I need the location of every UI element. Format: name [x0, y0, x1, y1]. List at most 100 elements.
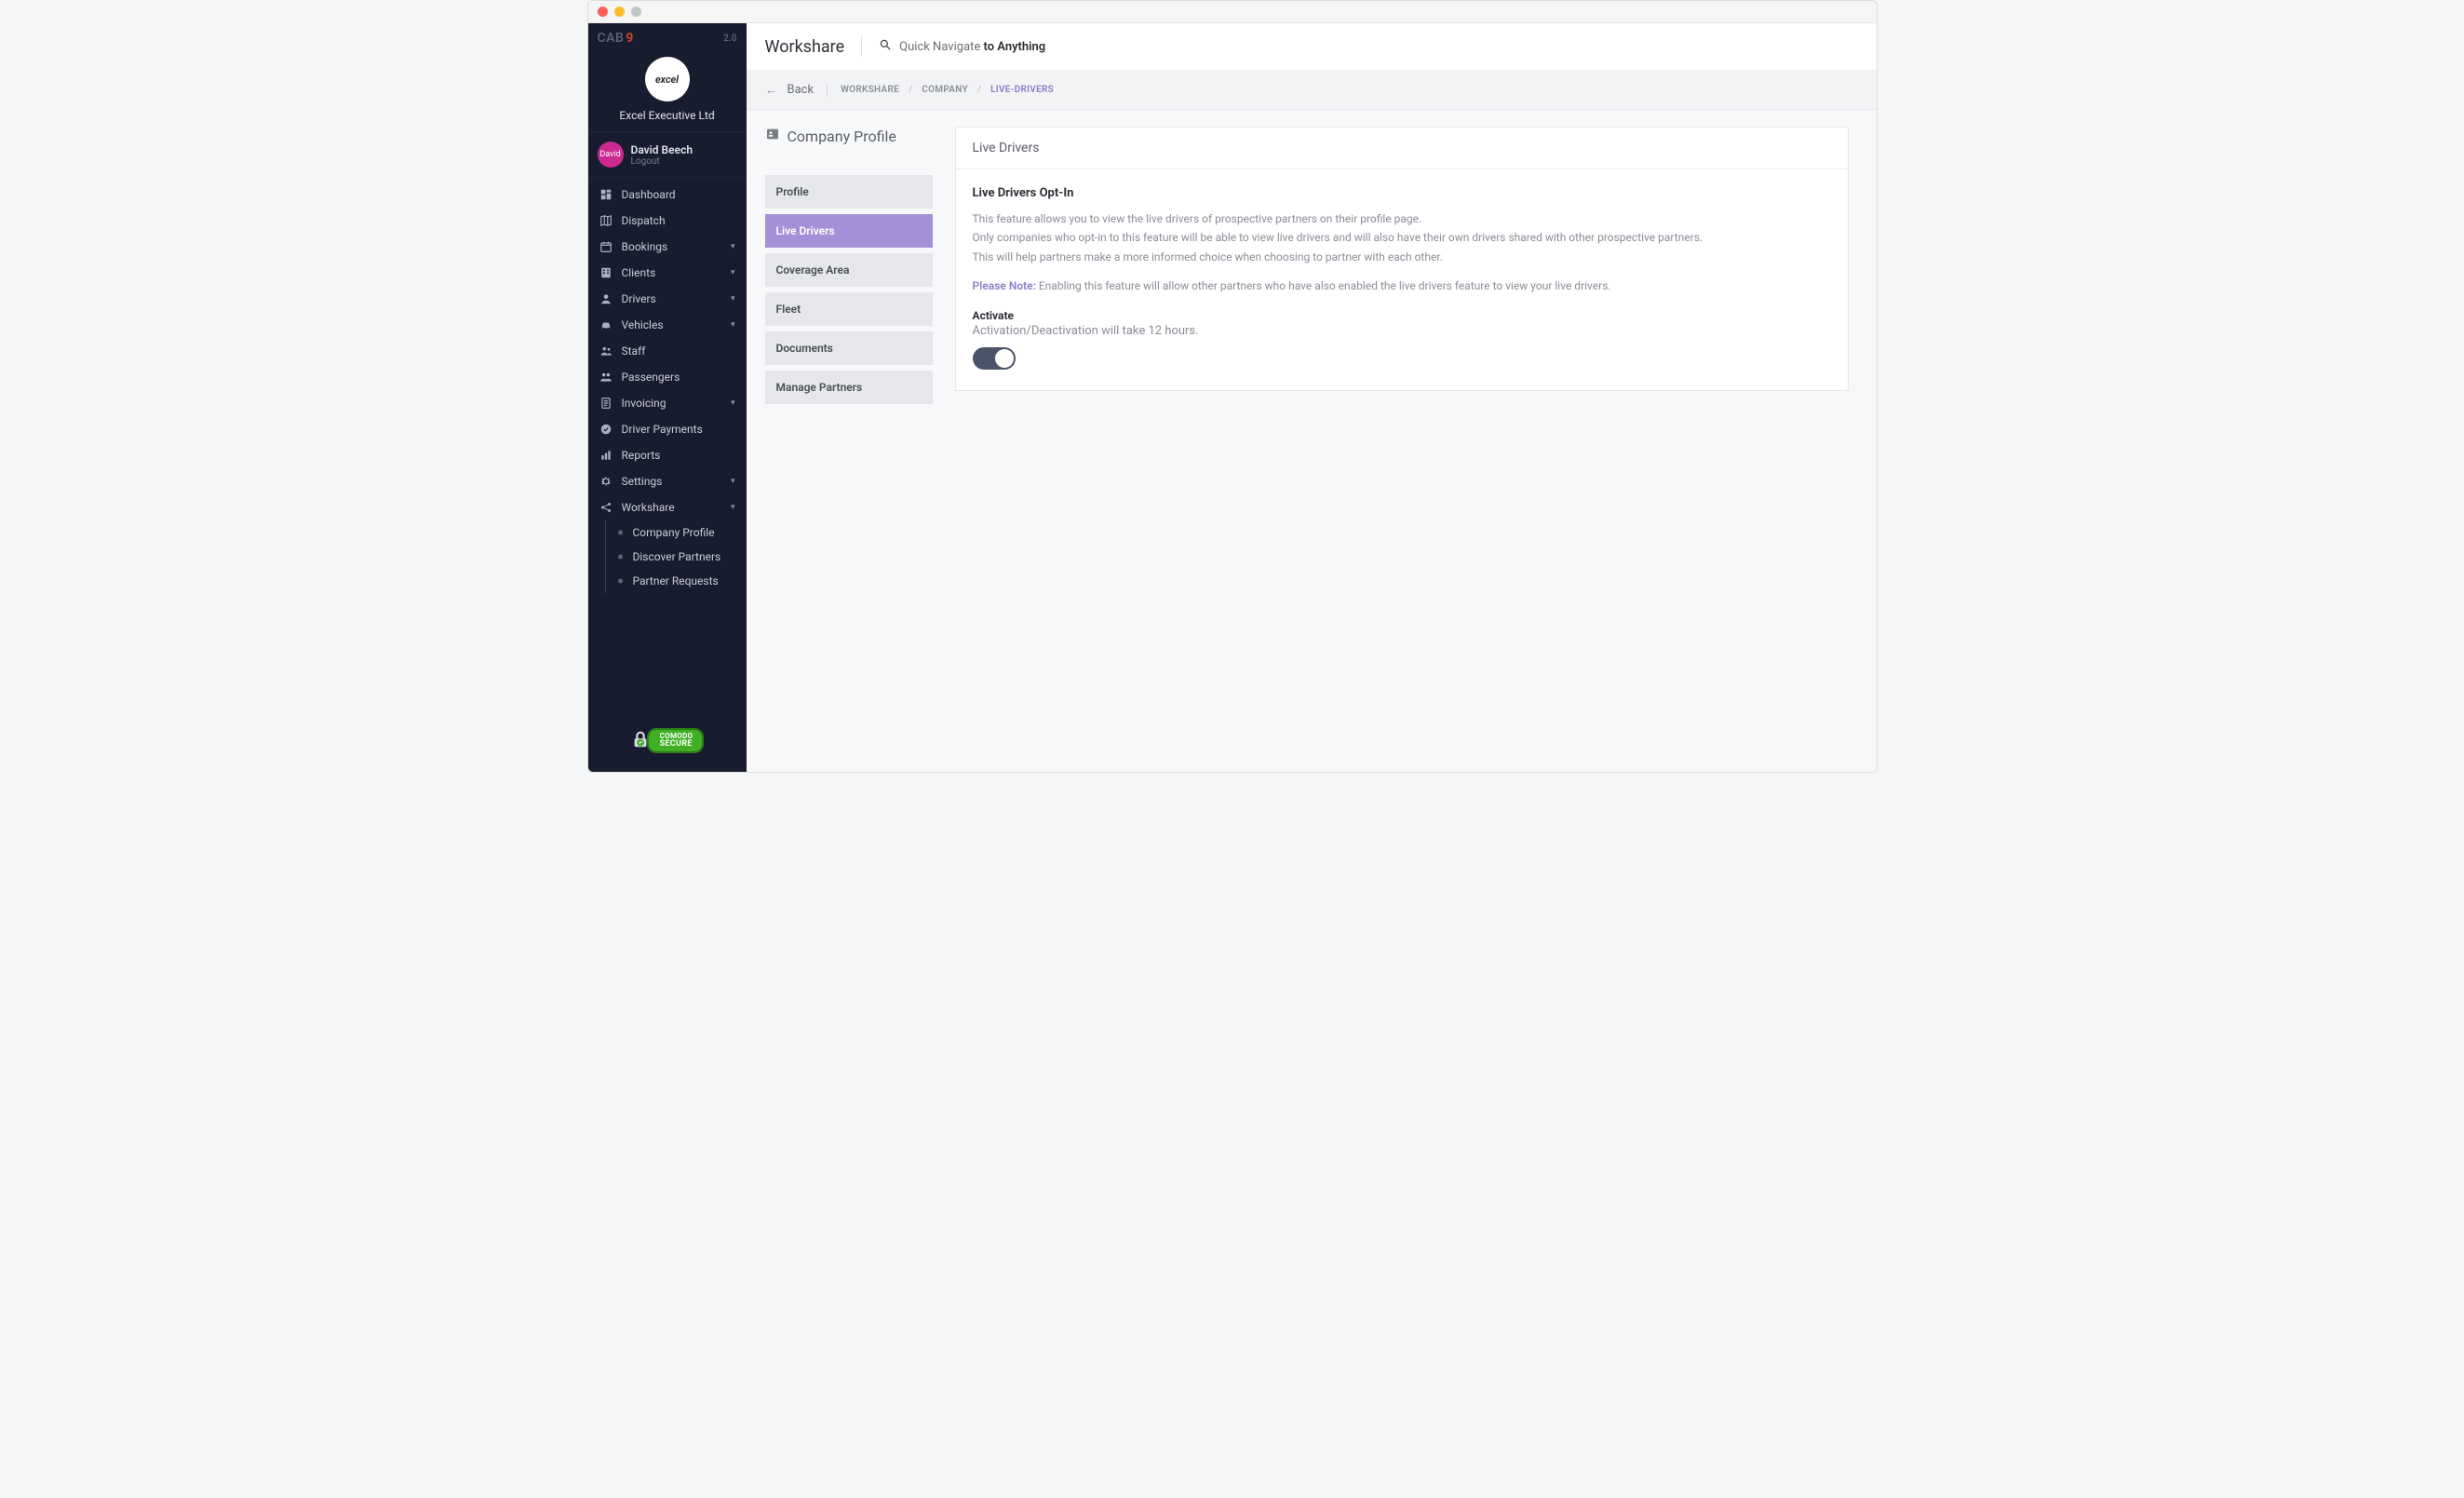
back-arrow-icon[interactable]: ← — [765, 82, 778, 98]
breadcrumb-live-drivers[interactable]: LIVE-DRIVERS — [990, 85, 1054, 95]
lock-icon — [630, 728, 651, 753]
check-icon — [599, 423, 613, 436]
brand-accent: 9 — [626, 31, 633, 46]
quick-navigate[interactable]: Quick Navigate to Anything — [879, 38, 1045, 55]
calendar-icon — [599, 240, 613, 253]
dashboard-icon — [599, 188, 613, 201]
search-prefix: Quick Navigate — [899, 40, 983, 54]
vertical-tabs: Profile Live Drivers Coverage Area Fleet Doc… — [765, 175, 933, 404]
sidebar-item-label: Drivers — [622, 292, 656, 305]
company-name: Excel Executive Ltd — [619, 109, 714, 122]
company-logo[interactable]: excel — [645, 57, 690, 101]
card-paragraph-1: This feature allows you to view the live… — [973, 209, 1831, 228]
tab-manage-partners[interactable]: Manage Partners — [765, 371, 933, 404]
brand-name: CAB — [598, 31, 625, 46]
sidebar-item-label: Settings — [622, 475, 663, 488]
sidebar-item-label: Clients — [622, 266, 656, 279]
tab-fleet[interactable]: Fleet — [765, 292, 933, 326]
sidebar-item-label: Invoicing — [622, 397, 666, 410]
activate-label: Activate — [973, 309, 1831, 322]
secure-badge: COMODO SECURE — [588, 711, 747, 772]
sidebar-item-label: Workshare — [622, 501, 675, 514]
chevron-down-icon: ▾ — [731, 268, 735, 277]
people-icon — [599, 344, 613, 358]
sidebar-item-label: Staff — [622, 344, 646, 358]
chevron-down-icon: ▾ — [731, 503, 735, 512]
path-separator — [827, 84, 828, 97]
back-label[interactable]: Back — [788, 83, 815, 97]
brand: CAB9 2.0 — [588, 23, 747, 49]
chevron-down-icon: ▾ — [731, 320, 735, 330]
sidebar-item-reports[interactable]: Reports — [588, 442, 747, 468]
tab-coverage-area[interactable]: Coverage Area — [765, 253, 933, 287]
sidebar-item-drivers[interactable]: Drivers ▾ — [588, 286, 747, 312]
brand-version: 2.0 — [723, 34, 736, 44]
sidebar: CAB9 2.0 excel Excel Executive Ltd David… — [588, 23, 747, 772]
card-note: Please Note: Enabling this feature will … — [973, 279, 1831, 292]
card-title: Live Drivers — [956, 128, 1848, 169]
window-zoom-icon[interactable] — [631, 7, 641, 17]
card-paragraph-3: This will help partners make a more info… — [973, 248, 1831, 266]
sidebar-item-staff[interactable]: Staff — [588, 338, 747, 364]
page-title: Workshare — [765, 37, 845, 57]
secure-pill: COMODO SECURE — [647, 728, 705, 753]
car-icon — [599, 318, 613, 331]
chevron-down-icon: ▾ — [731, 398, 735, 408]
sidebar-item-dashboard[interactable]: Dashboard — [588, 182, 747, 208]
section-title: Company Profile — [788, 128, 896, 145]
breadcrumb-workshare[interactable]: WORKSHARE — [841, 85, 899, 95]
sidebar-item-label: Dashboard — [622, 188, 676, 201]
window-minimize-icon[interactable] — [614, 7, 625, 17]
tab-profile[interactable]: Profile — [765, 175, 933, 209]
user-name: David Beech — [631, 143, 693, 156]
building-icon — [599, 266, 613, 279]
sidebar-item-label: Reports — [622, 449, 661, 462]
chevron-down-icon: ▾ — [731, 294, 735, 304]
sidebar-item-bookings[interactable]: Bookings ▾ — [588, 234, 747, 260]
company-block: excel Excel Executive Ltd — [588, 49, 747, 132]
activate-subtext: Activation/Deactivation will take 12 hou… — [973, 324, 1831, 338]
card-subheading: Live Drivers Opt-In — [973, 186, 1831, 200]
avatar[interactable]: David — [598, 142, 624, 168]
sidebar-item-dispatch[interactable]: Dispatch — [588, 208, 747, 234]
sidebar-item-invoicing[interactable]: Invoicing ▾ — [588, 390, 747, 416]
note-text: Enabling this feature will allow other p… — [1036, 279, 1611, 292]
sidebar-item-settings[interactable]: Settings ▾ — [588, 468, 747, 494]
sidebar-subitem-company-profile[interactable]: Company Profile — [605, 520, 747, 545]
toggle-knob — [995, 349, 1014, 368]
logout-link[interactable]: Logout — [631, 156, 693, 167]
window-close-icon[interactable] — [598, 7, 608, 17]
user-icon — [599, 292, 613, 305]
sidebar-subitem-partner-requests[interactable]: Partner Requests — [605, 569, 747, 593]
user-block: David David Beech Logout — [588, 132, 747, 178]
content-area: Company Profile Profile Live Drivers Cover… — [747, 110, 1877, 772]
sidebar-item-workshare[interactable]: Workshare ▾ — [588, 494, 747, 520]
activate-toggle[interactable] — [973, 347, 1016, 370]
card-paragraph-2: Only companies who opt-in to this featur… — [973, 228, 1831, 247]
chart-icon — [599, 449, 613, 462]
sidebar-item-label: Dispatch — [622, 214, 666, 227]
sidebar-item-label: Passengers — [622, 371, 680, 384]
sidebar-item-label: Bookings — [622, 240, 668, 253]
group-icon — [599, 371, 613, 384]
sidebar-item-clients[interactable]: Clients ▾ — [588, 260, 747, 286]
sidebar-item-label: Vehicles — [622, 318, 664, 331]
sidebar-nav: DashboardDispatchBookings▾Clients▾Driver… — [588, 178, 747, 711]
chevron-down-icon: ▾ — [731, 242, 735, 251]
gear-icon — [599, 475, 613, 488]
search-icon — [879, 38, 892, 55]
chevron-down-icon: ▾ — [731, 477, 735, 486]
avatar-text: David — [599, 150, 620, 159]
sidebar-item-passengers[interactable]: Passengers — [588, 364, 747, 390]
breadcrumb-company[interactable]: COMPANY — [922, 85, 968, 95]
tab-documents[interactable]: Documents — [765, 331, 933, 365]
map-icon — [599, 214, 613, 227]
sidebar-subitem-discover-partners[interactable]: Discover Partners — [605, 545, 747, 569]
sidebar-item-vehicles[interactable]: Vehicles ▾ — [588, 312, 747, 338]
secure-line2: SECURE — [660, 740, 693, 749]
tab-live-drivers[interactable]: Live Drivers — [765, 214, 933, 248]
sidebar-item-driver-payments[interactable]: Driver Payments — [588, 416, 747, 442]
sidebar-item-label: Driver Payments — [622, 423, 703, 436]
sidebar-subnav: Company ProfileDiscover PartnersPartner … — [588, 520, 747, 593]
share-icon — [599, 501, 613, 514]
